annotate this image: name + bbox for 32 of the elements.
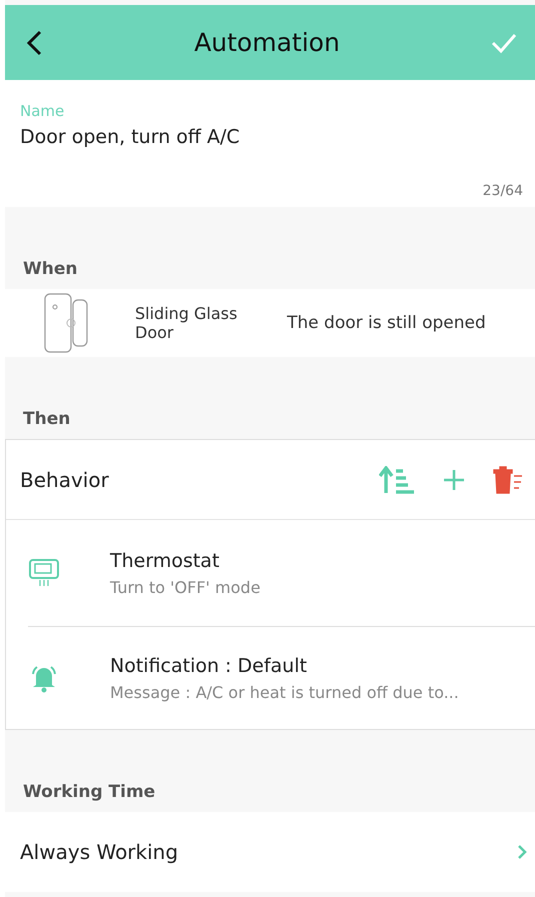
confirm-button[interactable]	[490, 32, 517, 54]
working-time-row[interactable]: Always Working	[5, 812, 535, 892]
working-time-value: Always Working	[20, 840, 178, 864]
device-name: Sliding Glass Door	[135, 304, 238, 342]
screen-title: Automation	[194, 28, 340, 57]
trigger-row[interactable]: Sliding Glass Door The door is still opened	[5, 289, 535, 357]
checkmark-icon	[490, 32, 517, 54]
section-heading: Working Time	[23, 782, 156, 802]
action-detail: Turn to 'OFF' mode	[110, 578, 260, 596]
chevron-right-icon	[517, 844, 527, 860]
behavior-title: Behavior	[20, 468, 109, 492]
back-icon	[25, 28, 43, 56]
trigger-condition: The door is still opened	[287, 313, 486, 333]
back-button[interactable]	[25, 28, 43, 56]
field-label: Name	[20, 102, 66, 120]
action-detail: Message : A/C or heat is turned off due to...	[110, 682, 459, 702]
character-counter: 23/64	[482, 183, 523, 199]
action-title: Thermostat	[110, 550, 220, 572]
action-item[interactable]: Thermostat Turn to 'OFF' mode	[28, 520, 535, 627]
delete-button[interactable]	[493, 466, 523, 494]
add-button[interactable]	[443, 468, 465, 490]
trash-icon	[493, 466, 523, 494]
section-heading: Then	[23, 409, 70, 429]
plus-icon	[443, 468, 465, 490]
name-field[interactable]: Name Door open, turn off A/C 23/64	[5, 80, 535, 207]
field-value: Door open, turn off A/C	[20, 126, 241, 148]
action-item[interactable]: Notification : Default Message : A/C or heat is turned off due to...	[28, 627, 535, 729]
sort-button[interactable]	[379, 466, 415, 494]
thermostat-icon	[28, 558, 60, 588]
action-title: Notification : Default	[110, 654, 308, 676]
section-heading: When	[23, 259, 78, 279]
sort-icon	[379, 466, 415, 494]
